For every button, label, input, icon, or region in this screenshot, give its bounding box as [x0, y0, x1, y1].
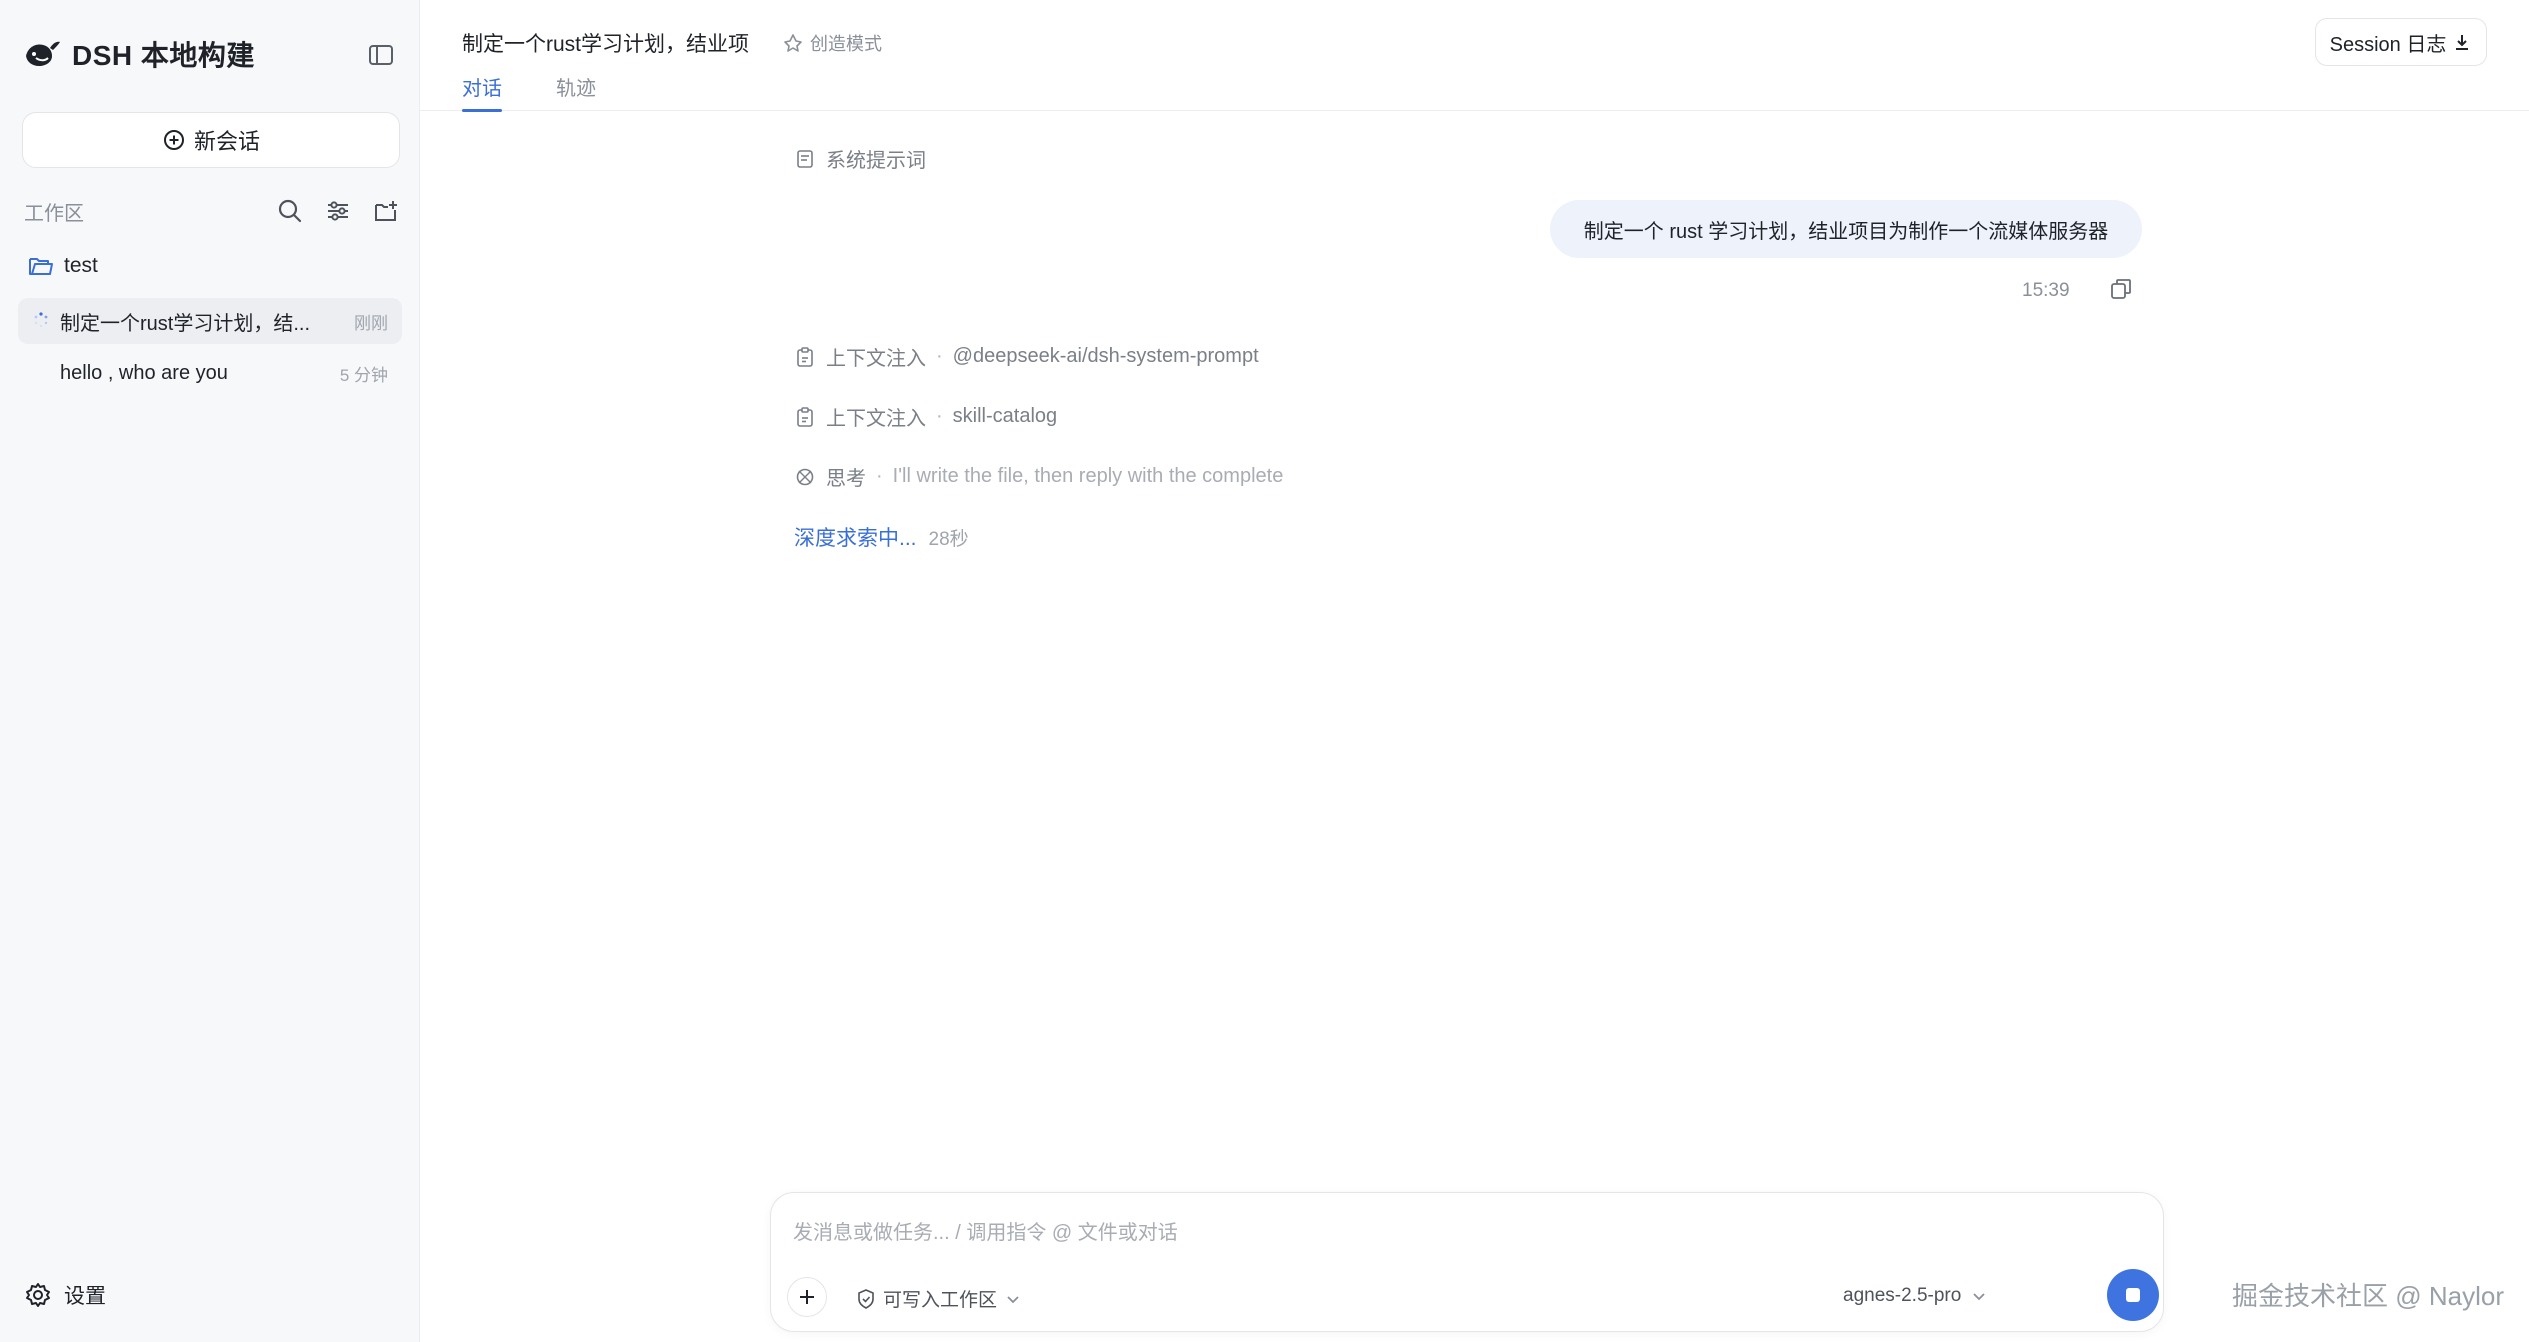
folder-open-icon: [29, 258, 53, 275]
shield-check-icon: [858, 1288, 874, 1309]
step-context-injection[interactable]: 上下文注入 · skill-catalog: [794, 402, 1057, 431]
session-title: hello , who are you: [60, 361, 228, 384]
copy-icon[interactable]: [2108, 276, 2134, 302]
separator-dot: ·: [936, 405, 943, 427]
collapse-sidebar-icon[interactable]: [366, 40, 396, 70]
main-panel: 制定一个rust学习计划，结业项 创造模式 对话 轨迹 Session 日志 系…: [420, 0, 2529, 1342]
loading-spinner-icon: [34, 312, 48, 328]
workspace-tools: [276, 197, 400, 225]
session-item[interactable]: hello , who are you 5 分钟: [18, 350, 402, 396]
brand: DSH 本地构建: [22, 34, 255, 74]
context-icon: [797, 406, 813, 427]
step-thinking[interactable]: 思考 · I'll write the file, then reply wit…: [794, 462, 1283, 491]
plus-icon: [800, 1290, 814, 1304]
step-detail: skill-catalog: [952, 405, 1058, 427]
creative-mode-icon: [784, 34, 802, 52]
generation-status: 深度求索中... 28秒: [794, 522, 969, 552]
step-detail: @deepseek-ai/dsh-system-prompt: [952, 345, 1259, 367]
message-timestamp: 15:39: [2022, 280, 2070, 301]
composer: 可写入工作区 agnes-2.5-pro: [770, 1192, 2164, 1332]
step-label: 上下文注入: [826, 408, 926, 430]
workspace-folder[interactable]: test: [28, 254, 98, 278]
workspace-title: 工作区: [24, 202, 84, 225]
user-message-bubble: 制定一个 rust 学习计划，结业项目为制作一个流媒体服务器: [1550, 200, 2142, 258]
brand-name: DSH 本地构建: [72, 40, 255, 71]
stop-generation-button[interactable]: [2107, 1269, 2159, 1321]
step-label: 思考: [826, 468, 866, 490]
session-time: 5 分钟: [339, 365, 388, 385]
filter-sliders-icon[interactable]: [324, 197, 352, 225]
workspace-header: 工作区: [24, 196, 400, 226]
stop-icon: [2126, 1288, 2140, 1302]
permission-dropdown[interactable]: 可写入工作区: [855, 1285, 1021, 1312]
new-chat-label: 新会话: [193, 129, 260, 154]
context-icon: [797, 346, 813, 367]
watermark: 掘金技术社区 @ Naylor: [2232, 1281, 2504, 1311]
settings-button[interactable]: 设置: [24, 1280, 106, 1310]
session-item-active[interactable]: 制定一个rust学习计划，结... 刚刚: [18, 298, 402, 344]
system-prompt-toggle[interactable]: 系统提示词: [794, 144, 926, 173]
separator-dot: ·: [936, 345, 943, 367]
tab-conversation[interactable]: 对话: [462, 72, 502, 112]
chevron-down-icon: [1007, 1295, 1019, 1303]
conversation-title: 制定一个rust学习计划，结业项: [462, 33, 750, 56]
message-input[interactable]: [793, 1215, 2133, 1251]
folder-name: test: [64, 254, 98, 277]
session-title: 制定一个rust学习计划，结...: [60, 312, 311, 335]
step-context-injection[interactable]: 上下文注入 · @deepseek-ai/dsh-system-prompt: [794, 342, 1259, 371]
new-chat-button[interactable]: 新会话: [22, 112, 400, 168]
mode-label: 创造模式: [810, 34, 882, 54]
sidebar: DSH 本地构建 新会话 工作区 test 制定一个rust学习计划，结... …: [0, 0, 420, 1342]
thinking-icon: [796, 468, 814, 485]
session-log-label: Session 日志: [2329, 33, 2447, 56]
tabs: 对话 轨迹: [462, 72, 596, 112]
document-icon: [797, 149, 813, 168]
mode-badge: 创造模式: [782, 30, 882, 56]
whale-logo-icon: [22, 34, 62, 74]
add-circle-icon: [163, 130, 184, 150]
topbar: 制定一个rust学习计划，结业项 创造模式 对话 轨迹 Session 日志: [420, 0, 2529, 112]
app-root: DSH 本地构建 新会话 工作区 test 制定一个rust学习计划，结... …: [0, 0, 2529, 1342]
step-label: 上下文注入: [826, 348, 926, 370]
session-time: 刚刚: [354, 313, 388, 333]
chevron-down-icon: [1973, 1293, 1985, 1301]
tab-trace[interactable]: 轨迹: [556, 72, 596, 111]
settings-label: 设置: [64, 1285, 106, 1308]
model-selector[interactable]: agnes-2.5-pro: [1843, 1285, 1987, 1307]
new-folder-icon[interactable]: [372, 197, 400, 225]
gear-icon: [26, 1283, 50, 1307]
session-log-button[interactable]: Session 日志: [2315, 18, 2487, 66]
status-text: 深度求索中...: [794, 527, 917, 550]
attach-button[interactable]: [787, 1277, 827, 1317]
step-detail: I'll write the file, then reply with the…: [892, 465, 1284, 487]
model-label: agnes-2.5-pro: [1843, 1285, 1962, 1306]
system-prompt-label: 系统提示词: [826, 150, 926, 172]
download-icon: [2456, 35, 2469, 50]
permission-label: 可写入工作区: [883, 1290, 998, 1311]
status-elapsed: 28秒: [928, 529, 969, 550]
search-icon[interactable]: [276, 197, 304, 225]
separator-dot: ·: [876, 465, 883, 487]
